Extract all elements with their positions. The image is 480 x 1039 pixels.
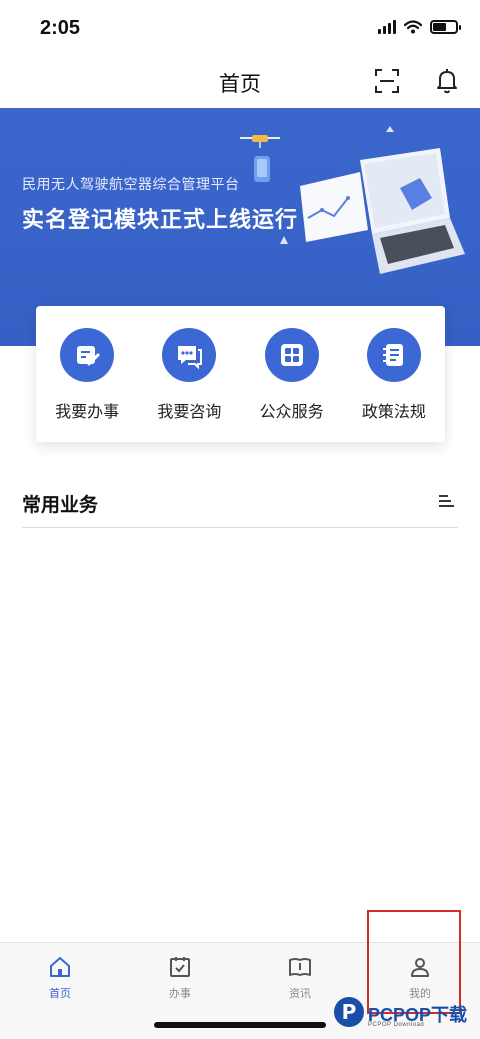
tab-home[interactable]: 首页 xyxy=(0,943,120,1013)
banner-subtitle: 民用无人驾驶航空器综合管理平台 xyxy=(22,176,240,192)
notebook-icon xyxy=(366,328,421,382)
watermark-logo-mark: P xyxy=(334,997,364,1027)
quick-actions-card: 我要办事 我要咨询 公众服务 政策法规 xyxy=(36,306,445,442)
quick-action-label: 政策法规 xyxy=(361,404,426,421)
cellular-signal-icon xyxy=(378,20,396,34)
tab-label: 资讯 xyxy=(289,988,311,1000)
status-icons xyxy=(378,20,461,34)
quick-action-services[interactable]: 我要办事 xyxy=(39,328,135,442)
edit-doc-icon xyxy=(60,328,115,382)
tab-label: 办事 xyxy=(169,988,191,1000)
chat-icon xyxy=(162,328,217,382)
quick-action-label: 我要办事 xyxy=(55,404,120,421)
tab-label: 首页 xyxy=(49,988,71,1000)
common-business-header: 常用业务 xyxy=(22,484,458,528)
status-time: 2:05 xyxy=(40,17,81,39)
watermark-logo: P PCPOP下载 PCPOP Download xyxy=(334,995,480,1039)
laptop-drone-illustration xyxy=(240,126,465,274)
quick-action-label: 我要咨询 xyxy=(157,404,222,421)
menu-icon[interactable] xyxy=(438,494,454,508)
home-icon xyxy=(50,957,70,977)
nav-bar: 首页 xyxy=(0,56,480,108)
quick-action-policy[interactable]: 政策法规 xyxy=(346,328,442,442)
section-title: 常用业务 xyxy=(22,495,99,516)
grid-icon xyxy=(264,328,319,382)
quick-action-consult[interactable]: 我要咨询 xyxy=(141,328,237,442)
quick-action-public-services[interactable]: 公众服务 xyxy=(244,328,340,442)
battery-icon xyxy=(430,20,461,34)
calendar-check-icon xyxy=(170,957,190,977)
bell-icon[interactable] xyxy=(434,67,460,95)
home-indicator[interactable] xyxy=(154,1022,326,1028)
wifi-icon xyxy=(404,20,422,34)
page-title: 首页 xyxy=(219,73,261,96)
watermark-sub: PCPOP Download xyxy=(368,1022,425,1028)
quick-action-label: 公众服务 xyxy=(259,404,324,421)
tab-tasks[interactable]: 办事 xyxy=(120,943,240,1013)
book-icon xyxy=(289,958,311,976)
status-bar: 2:05 xyxy=(0,0,480,56)
scan-icon[interactable] xyxy=(374,68,400,94)
